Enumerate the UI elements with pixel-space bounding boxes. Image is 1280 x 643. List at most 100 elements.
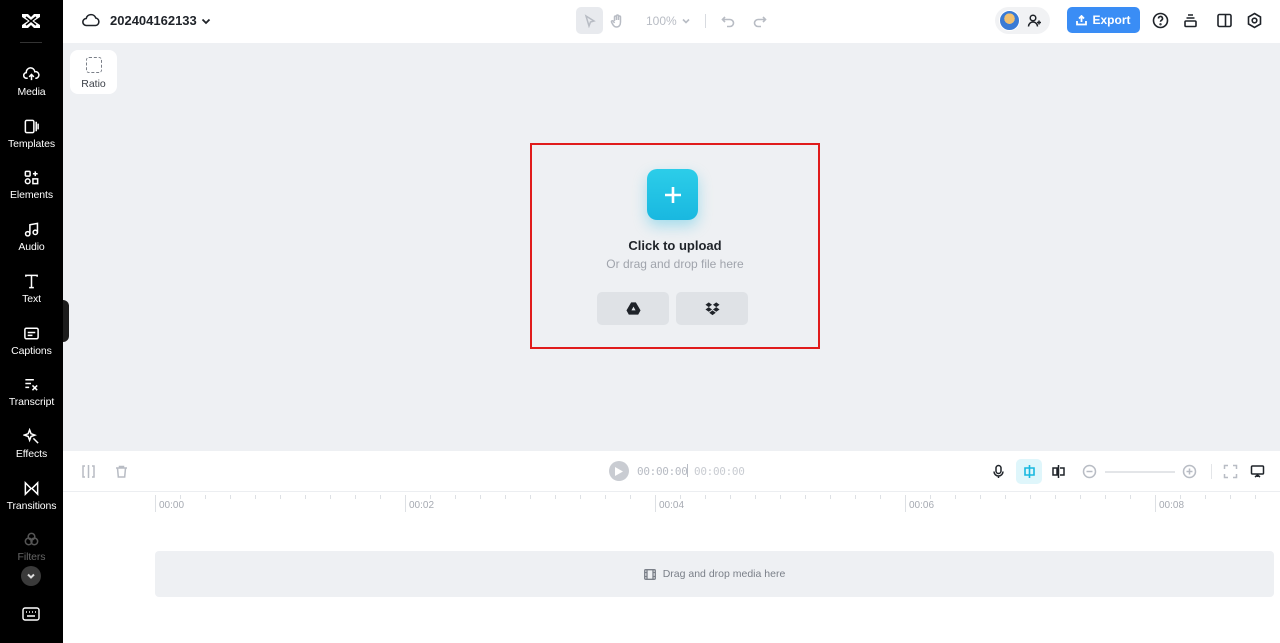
sidebar-item-captions[interactable]: Captions — [0, 325, 63, 373]
sidebar-item-templates[interactable]: Templates — [0, 118, 63, 166]
effects-icon — [23, 428, 39, 444]
music-note-icon — [24, 222, 39, 237]
timeline-ruler[interactable]: 00:00 00:02 00:04 00:06 00:08 — [155, 492, 1280, 512]
project-name[interactable]: 202404162133 — [110, 13, 197, 28]
total-time: 00:00:00 — [694, 465, 745, 478]
ruler-minor-tick — [780, 495, 781, 499]
delete-icon[interactable] — [114, 464, 129, 479]
export-label: Export — [1092, 13, 1131, 27]
ruler-minor-tick — [1180, 495, 1181, 499]
sidebar-item-audio[interactable]: Audio — [0, 221, 63, 269]
ruler-minor-tick — [430, 495, 431, 499]
sidebar-more-button[interactable] — [21, 566, 41, 586]
fit-timeline-icon[interactable] — [1223, 464, 1238, 479]
upload-subtitle: Or drag and drop file here — [606, 257, 744, 271]
ruler-minor-tick — [630, 495, 631, 499]
sidebar-item-label: Elements — [10, 189, 53, 201]
ruler-minor-tick — [580, 495, 581, 499]
upload-plus-button[interactable] — [647, 169, 698, 220]
ruler-minor-tick — [955, 495, 956, 499]
ruler-minor-tick — [880, 495, 881, 499]
upload-area[interactable]: Click to upload Or drag and drop file he… — [530, 143, 820, 349]
chevron-down-icon[interactable] — [200, 14, 212, 26]
undo-button[interactable] — [718, 11, 738, 31]
ruler-minor-tick — [1105, 495, 1106, 499]
sidebar-item-elements[interactable]: Elements — [0, 169, 63, 217]
hand-icon — [610, 13, 621, 28]
help-icon[interactable] — [1152, 12, 1169, 29]
ruler-minor-tick — [305, 495, 306, 499]
layers-icon[interactable] — [1182, 12, 1199, 29]
sidebar-item-transitions[interactable]: Transitions — [0, 480, 63, 528]
google-drive-button[interactable] — [597, 292, 669, 325]
ruler-tick-label: 00:02 — [409, 500, 435, 511]
transitions-icon — [24, 481, 39, 496]
ruler-minor-tick — [1055, 495, 1056, 499]
ruler-minor-tick — [1030, 495, 1031, 499]
ruler-minor-tick — [730, 495, 731, 499]
dropbox-button[interactable] — [676, 292, 748, 325]
captions-icon — [24, 327, 39, 340]
panel-layout-icon[interactable] — [1216, 12, 1233, 29]
ruler-minor-tick — [1205, 495, 1206, 499]
divider — [1211, 464, 1212, 479]
ruler-minor-tick — [355, 495, 356, 499]
select-tool-button[interactable] — [576, 7, 603, 34]
ruler-tick-label: 00:06 — [909, 500, 935, 511]
timeline-zoom-slider[interactable] — [1105, 471, 1175, 473]
ruler-major-tick — [405, 495, 406, 512]
sidebar-item-transcript[interactable]: Transcript — [0, 376, 63, 424]
capcut-logo-icon[interactable] — [19, 9, 43, 33]
timeline-toolbar: 00:00:00 00:00:00 — [63, 451, 1280, 492]
zoom-out-icon[interactable] — [1082, 464, 1097, 479]
ruler-minor-tick — [855, 495, 856, 499]
play-icon — [615, 466, 623, 476]
zoom-in-icon[interactable] — [1182, 464, 1197, 479]
ruler-minor-tick — [755, 495, 756, 499]
ruler-tick-label: 00:08 — [1159, 500, 1185, 511]
text-icon — [25, 274, 38, 289]
ruler-minor-tick — [380, 495, 381, 499]
microphone-icon[interactable] — [991, 464, 1006, 479]
cloud-icon[interactable] — [82, 12, 100, 28]
ruler-major-tick — [155, 495, 156, 512]
add-user-icon[interactable] — [1027, 13, 1042, 28]
divider — [704, 13, 706, 28]
sidebar-item-text[interactable]: Text — [0, 273, 63, 321]
ruler-minor-tick — [255, 495, 256, 499]
drop-media-text: Drag and drop media here — [662, 568, 786, 580]
hand-tool-button[interactable] — [603, 7, 630, 34]
ruler-minor-tick — [330, 495, 331, 499]
ruler-minor-tick — [680, 495, 681, 499]
preview-monitor-icon[interactable] — [1250, 464, 1265, 479]
upload-title[interactable]: Click to upload — [532, 238, 818, 253]
ratio-button[interactable]: Ratio — [70, 50, 117, 94]
avatar[interactable] — [999, 10, 1020, 31]
sidebar-item-label: Captions — [11, 345, 52, 357]
sidebar-item-effects[interactable]: Effects — [0, 428, 63, 476]
zoom-dropdown[interactable]: 100% — [646, 14, 691, 28]
ruler-minor-tick — [980, 495, 981, 499]
canvas-tools: 100% — [576, 7, 782, 34]
split-clip-icon[interactable] — [1051, 464, 1066, 479]
export-button[interactable]: Export — [1067, 7, 1140, 33]
collaborators[interactable] — [995, 7, 1050, 34]
sidebar-item-label: Transitions — [6, 500, 57, 512]
ruler-minor-tick — [1255, 495, 1256, 499]
media-drop-track[interactable]: Drag and drop media here — [155, 551, 1274, 597]
sidebar-item-media[interactable]: Media — [0, 66, 63, 114]
timeline-panel: 00:00:00 00:00:00 00:00 00:02 00:04 00:06 00… — [63, 451, 1280, 643]
split-icon[interactable] — [81, 464, 96, 479]
settings-icon[interactable] — [1246, 12, 1263, 29]
export-icon — [1076, 14, 1088, 25]
ruler-minor-tick — [1080, 495, 1081, 499]
sidebar-collapse-handle[interactable] — [63, 300, 69, 342]
keyboard-shortcuts-button[interactable] — [22, 606, 40, 622]
auto-snap-button[interactable] — [1016, 459, 1042, 484]
google-drive-icon — [625, 302, 641, 315]
film-icon — [643, 568, 656, 580]
play-button[interactable] — [609, 461, 629, 481]
chevron-down-icon — [682, 18, 690, 24]
redo-button[interactable] — [750, 11, 770, 31]
ruler-minor-tick — [180, 495, 181, 499]
